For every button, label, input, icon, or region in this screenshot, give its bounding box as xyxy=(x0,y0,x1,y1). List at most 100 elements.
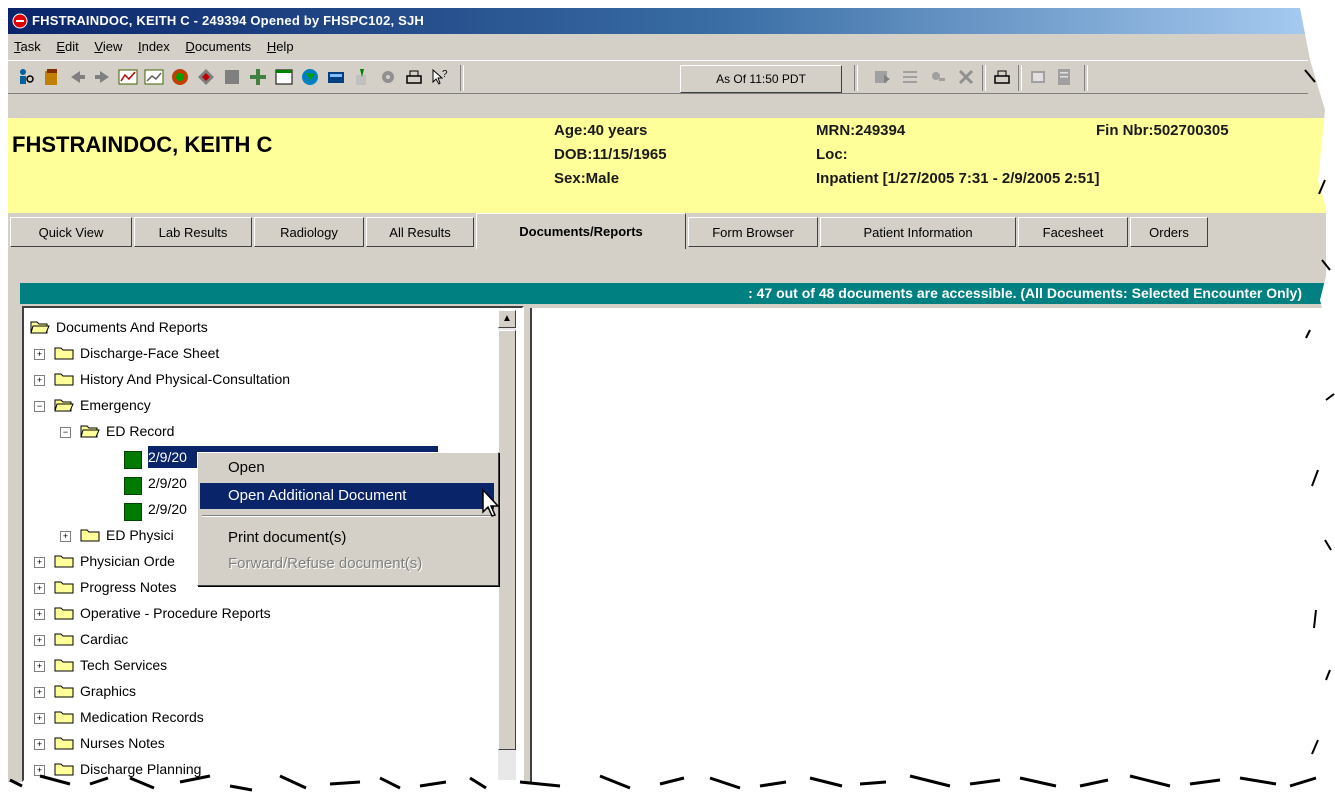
expand-icon[interactable]: + xyxy=(34,375,45,386)
svg-text:?: ? xyxy=(442,69,448,80)
folder-icon xyxy=(54,659,74,672)
menu-separator xyxy=(202,515,492,517)
scrollbar-thumb[interactable] xyxy=(498,330,516,750)
tab-all-results[interactable]: All Results xyxy=(366,217,474,247)
calculator-icon[interactable] xyxy=(326,67,346,87)
menu-index[interactable]: Index xyxy=(132,36,176,57)
tree-item-nurses-notes[interactable]: Nurses Notes xyxy=(80,732,165,754)
folder-icon xyxy=(54,581,74,594)
tree-item-tech-services[interactable]: Tech Services xyxy=(80,654,167,676)
orders-icon[interactable] xyxy=(170,67,190,87)
menu-view[interactable]: View xyxy=(88,36,128,57)
print-icon[interactable] xyxy=(404,67,424,87)
window-icon[interactable] xyxy=(274,67,294,87)
patient-location: Loc: xyxy=(816,146,848,163)
menu-open[interactable]: Open xyxy=(200,455,494,481)
notes-icon[interactable] xyxy=(1054,67,1074,87)
globe-icon[interactable] xyxy=(300,67,320,87)
patient-banner: FHSTRAINDOC, KEITH C Age:40 years DOB:11… xyxy=(8,118,1326,213)
expand-icon[interactable]: + xyxy=(34,661,45,672)
expand-icon[interactable]: + xyxy=(34,713,45,724)
view-tabs: Quick View Lab Results Radiology All Res… xyxy=(8,213,1326,249)
document-viewer-pane[interactable] xyxy=(530,308,1326,790)
tab-form-browser[interactable]: Form Browser xyxy=(688,217,818,247)
chart-icon[interactable] xyxy=(42,67,62,87)
expand-icon[interactable]: + xyxy=(34,765,45,776)
folder-icon xyxy=(54,737,74,750)
document-icon xyxy=(124,503,142,521)
stop-icon[interactable] xyxy=(222,67,242,87)
find-icon[interactable] xyxy=(928,67,948,87)
pen-icon[interactable] xyxy=(352,67,372,87)
tree-item-emergency[interactable]: Emergency xyxy=(80,394,151,416)
tab-orders[interactable]: Orders xyxy=(1130,217,1208,247)
collapse-icon[interactable]: − xyxy=(60,427,71,438)
tree-item-operative-procedure[interactable]: Operative - Procedure Reports xyxy=(80,602,271,624)
tree-item-ed-record[interactable]: ED Record xyxy=(106,420,174,442)
folder-icon xyxy=(54,763,74,776)
menu-task[interactable]: Task xyxy=(8,36,47,57)
tree-item-discharge-face-sheet[interactable]: Discharge-Face Sheet xyxy=(80,342,219,364)
menu-documents[interactable]: Documents xyxy=(179,36,257,57)
emergency-icon[interactable] xyxy=(118,67,138,87)
forward-arrow-icon[interactable] xyxy=(92,67,112,87)
tree-root-label[interactable]: Documents And Reports xyxy=(56,316,208,338)
tree-item-cardiac[interactable]: Cardiac xyxy=(80,628,128,650)
tab-radiology[interactable]: Radiology xyxy=(254,217,364,247)
tab-quick-view[interactable]: Quick View xyxy=(10,217,132,247)
collapse-icon[interactable]: − xyxy=(34,401,45,412)
tree-item-document[interactable]: 2/9/20 xyxy=(148,472,187,494)
expand-icon[interactable]: + xyxy=(34,349,45,360)
toolbar: ? As Of 11:50 PDT xyxy=(8,60,1308,94)
tree-item-document[interactable]: 2/9/20 xyxy=(148,498,187,520)
menu-edit[interactable]: Edit xyxy=(50,36,84,57)
document-icon xyxy=(124,451,142,469)
as-of-button[interactable]: As Of 11:50 PDT xyxy=(680,65,842,93)
expand-icon[interactable]: + xyxy=(34,557,45,568)
folder-icon xyxy=(54,373,74,386)
patient-search-icon[interactable] xyxy=(16,67,36,87)
tab-lab-results[interactable]: Lab Results xyxy=(134,217,252,247)
tree-item-history-physical[interactable]: History And Physical-Consultation xyxy=(80,368,290,390)
back-arrow-icon[interactable] xyxy=(68,67,88,87)
print-report-icon[interactable] xyxy=(992,67,1012,87)
tree-item-discharge-planning[interactable]: Discharge Planning xyxy=(80,758,201,780)
context-help-icon[interactable]: ? xyxy=(430,67,450,87)
tree-item-physician-orders[interactable]: Physician Orde xyxy=(80,550,175,572)
diamond-icon[interactable] xyxy=(196,67,216,87)
chart-graph-icon[interactable] xyxy=(144,67,164,87)
tree-item-medication-records[interactable]: Medication Records xyxy=(80,706,204,728)
folder-icon xyxy=(54,607,74,620)
expand-icon[interactable]: + xyxy=(34,739,45,750)
tree-item-progress-notes[interactable]: Progress Notes xyxy=(80,576,176,598)
delete-icon[interactable] xyxy=(956,67,976,87)
tab-facesheet[interactable]: Facesheet xyxy=(1018,217,1128,247)
view-icon[interactable] xyxy=(1028,67,1048,87)
expand-icon[interactable]: + xyxy=(34,583,45,594)
folder-icon xyxy=(54,555,74,568)
menu-help[interactable]: Help xyxy=(261,36,300,57)
patient-name: FHSTRAINDOC, KEITH C xyxy=(12,132,273,157)
expand-icon[interactable]: + xyxy=(60,531,71,542)
expand-icon[interactable]: + xyxy=(34,609,45,620)
list-icon[interactable] xyxy=(900,67,920,87)
tree-item-graphics[interactable]: Graphics xyxy=(80,680,136,702)
menu-print-documents[interactable]: Print document(s) xyxy=(200,525,494,551)
tree-item-ed-physician[interactable]: ED Physici xyxy=(106,524,174,546)
tab-patient-information[interactable]: Patient Information xyxy=(820,217,1016,247)
expand-icon[interactable]: + xyxy=(34,687,45,698)
app-icon xyxy=(12,13,28,29)
forward-icon[interactable] xyxy=(872,67,892,87)
menu-forward-refuse-documents[interactable]: Forward/Refuse document(s) xyxy=(200,551,494,577)
expand-icon[interactable]: + xyxy=(34,635,45,646)
toolbar-separator xyxy=(854,65,858,91)
toolbar-separator xyxy=(982,65,986,91)
record-icon[interactable] xyxy=(378,67,398,87)
patient-sex: Sex:Male xyxy=(554,170,620,187)
tree-scrollbar[interactable]: ▲ xyxy=(498,310,516,780)
document-icon xyxy=(124,477,142,495)
tab-documents-reports[interactable]: Documents/Reports xyxy=(476,213,686,249)
scroll-up-icon[interactable]: ▲ xyxy=(498,310,516,328)
vitals-icon[interactable] xyxy=(248,67,268,87)
menu-open-additional-document[interactable]: Open Additional Document xyxy=(200,483,494,509)
